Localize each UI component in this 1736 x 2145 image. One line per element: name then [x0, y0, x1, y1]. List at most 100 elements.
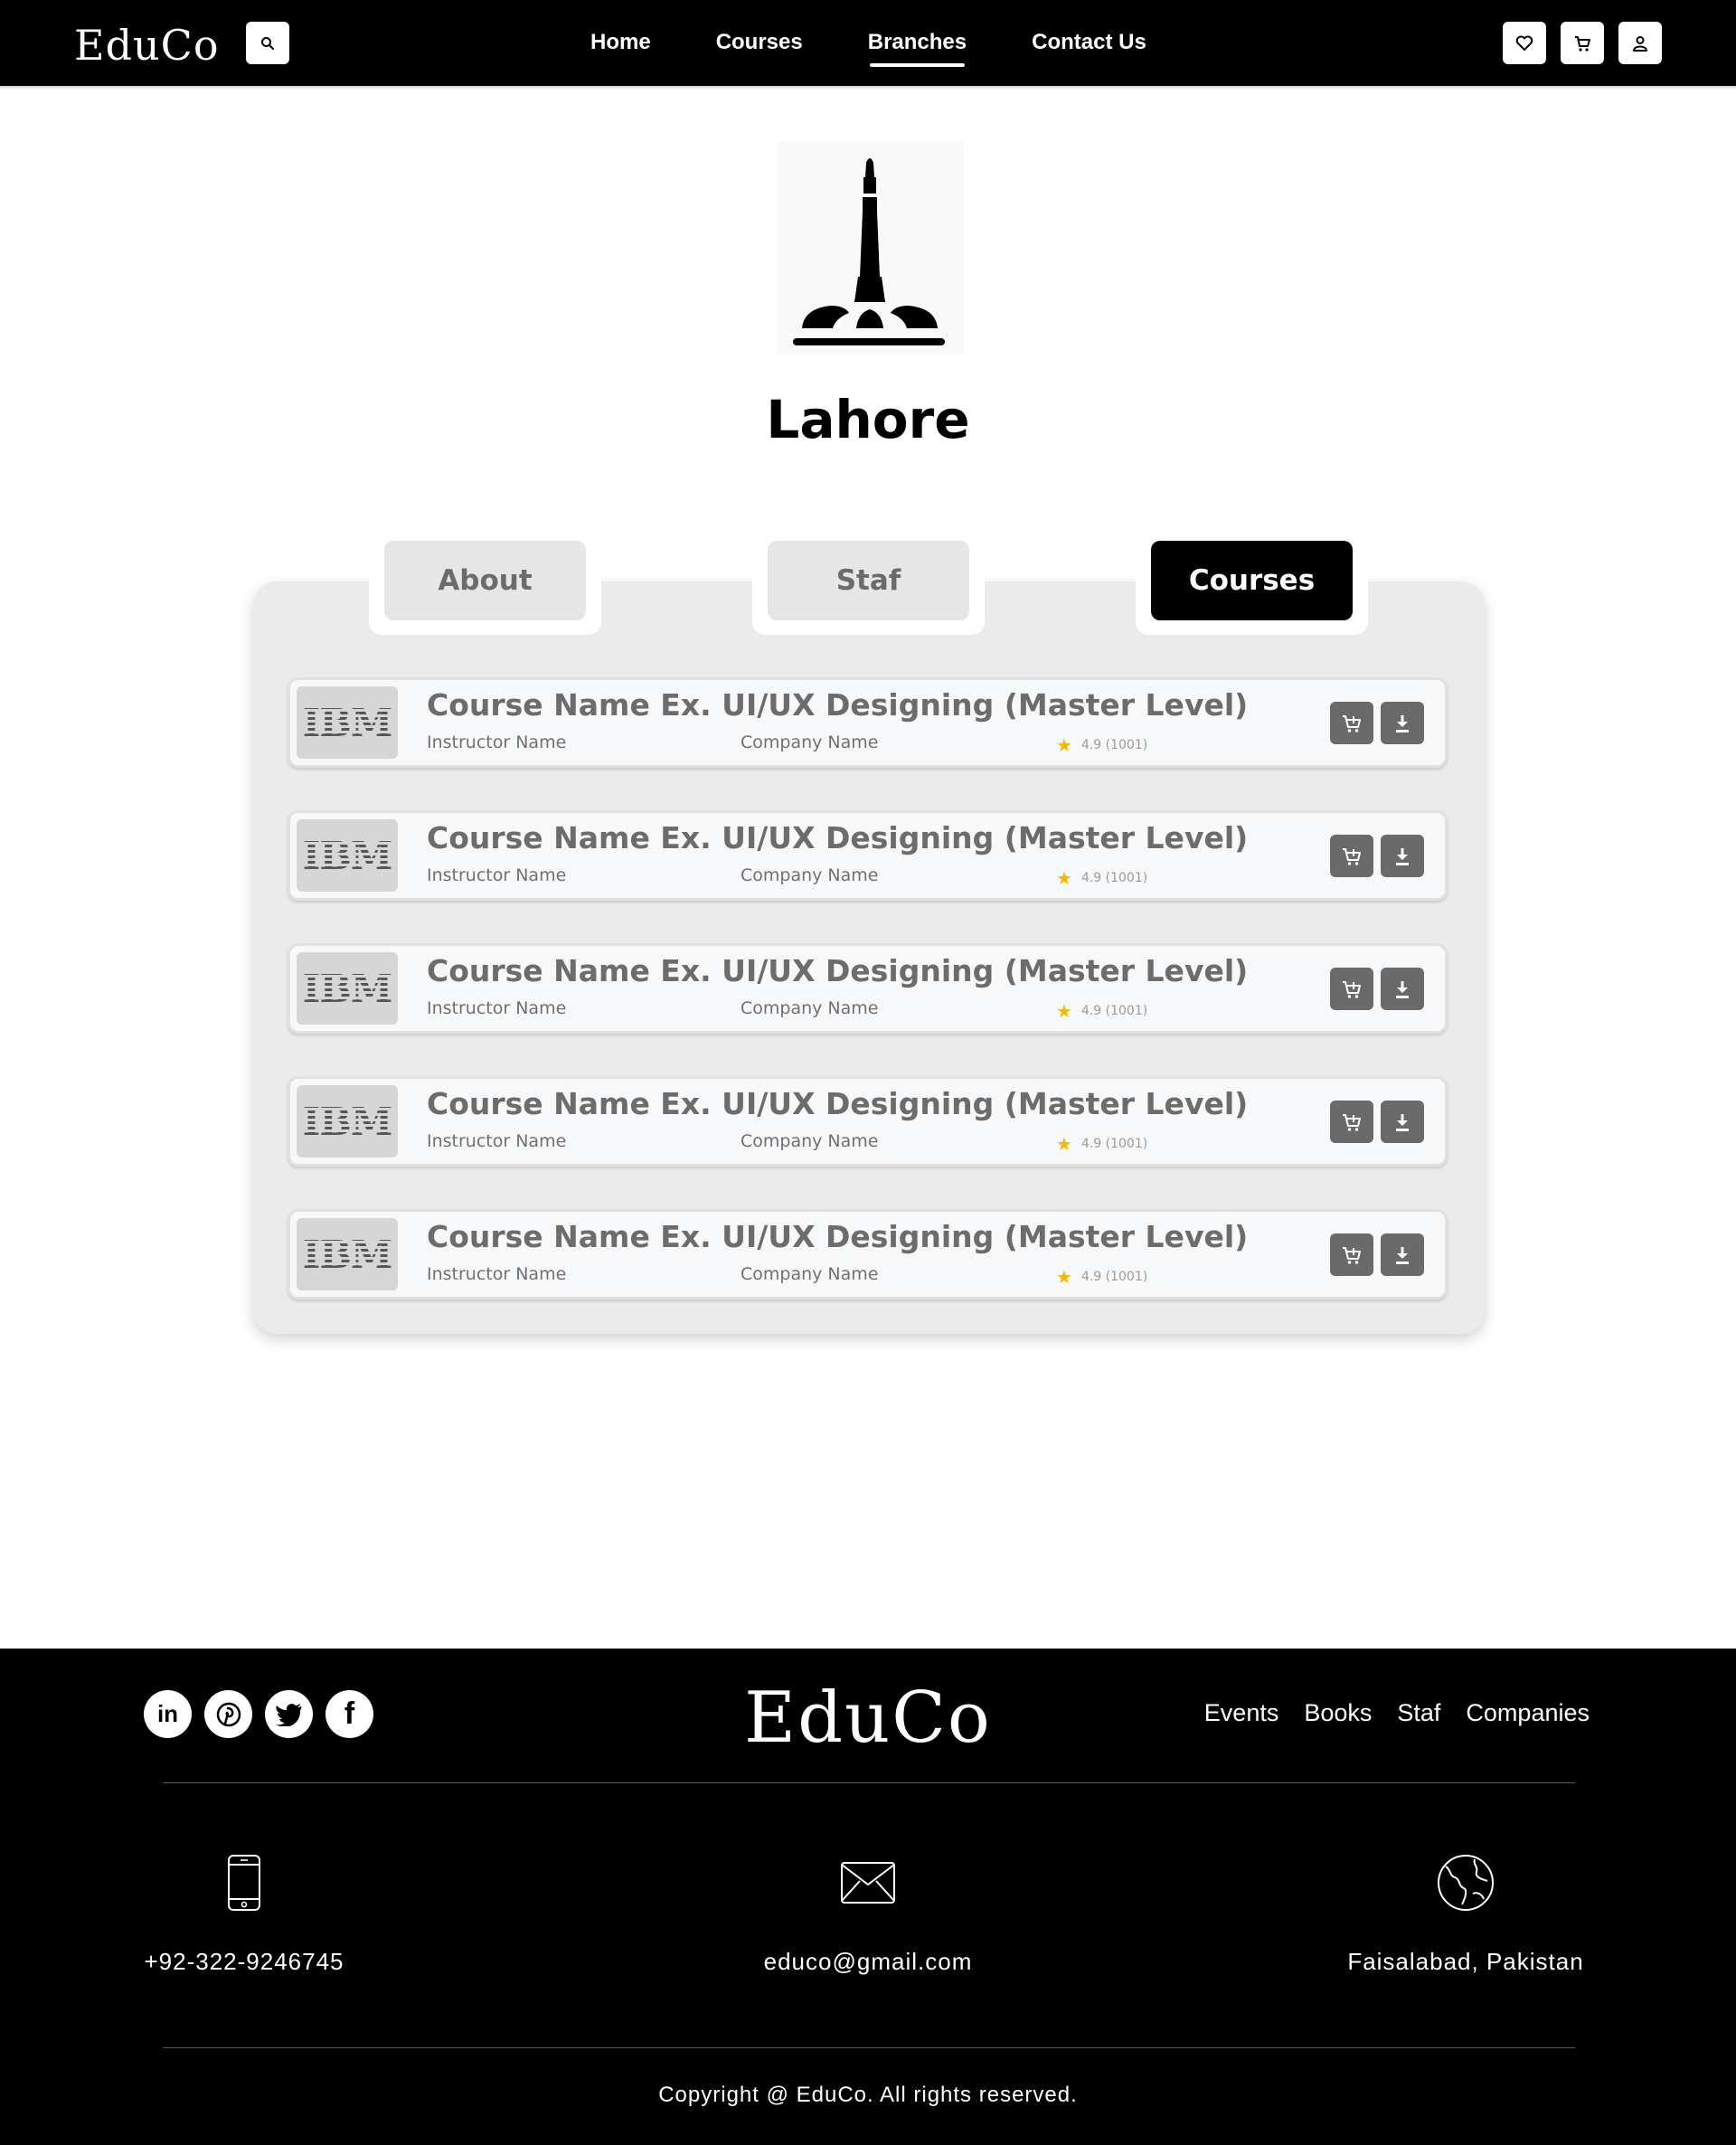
- social-links: in f: [144, 1690, 373, 1738]
- location-text: Faisalabad, Pakistan: [1347, 1948, 1584, 1975]
- add-to-cart-button[interactable]: [1330, 1101, 1373, 1143]
- top-navbar: EduCo Home Courses Branches Contact Us: [0, 0, 1736, 86]
- tab-staf[interactable]: Staf: [768, 541, 969, 620]
- star-icon: ★: [1056, 1266, 1072, 1288]
- company-logo: IBM: [297, 1218, 398, 1290]
- heart-icon: [1515, 35, 1533, 51]
- company-logo-text: IBM: [302, 1099, 393, 1144]
- account-button[interactable]: [1618, 22, 1662, 64]
- course-title[interactable]: Course Name Ex. UI/UX Designing (Master …: [427, 1086, 1248, 1121]
- star-icon: ★: [1056, 1133, 1072, 1155]
- rating-text: 4.9 (1001): [1080, 1137, 1148, 1151]
- phone-icon: [144, 1854, 344, 1912]
- course-company: Company Name: [741, 998, 879, 1018]
- nav-courses[interactable]: Courses: [716, 27, 803, 58]
- navbar-shadow: [0, 86, 1736, 90]
- rating-text: 4.9 (1001): [1080, 1004, 1148, 1018]
- course-rating: ★ 4.9 (1001): [1056, 1266, 1147, 1288]
- linkedin-icon: in: [156, 1700, 179, 1727]
- twitter-button[interactable]: [265, 1690, 313, 1738]
- envelope-icon: [723, 1854, 1013, 1912]
- course-title[interactable]: Course Name Ex. UI/UX Designing (Master …: [427, 820, 1248, 855]
- company-logo-text: IBM: [302, 1232, 393, 1277]
- rating-text: 4.9 (1001): [1080, 1270, 1148, 1284]
- copyright-text: Copyright @ EduCo. All rights reserved.: [658, 2083, 1078, 2107]
- download-button[interactable]: [1381, 968, 1424, 1010]
- course-card[interactable]: IBM Course Name Ex. UI/UX Designing (Mas…: [288, 1076, 1448, 1167]
- add-to-cart-button[interactable]: [1330, 1233, 1373, 1276]
- search-icon: [261, 36, 275, 50]
- nav-branches[interactable]: Branches: [868, 27, 967, 67]
- tab-about[interactable]: About: [384, 541, 586, 620]
- download-icon: [1396, 980, 1409, 998]
- pinterest-button[interactable]: [204, 1690, 252, 1738]
- company-logo: IBM: [297, 819, 398, 892]
- star-icon: ★: [1056, 867, 1072, 889]
- footer-link-staf[interactable]: Staf: [1397, 1699, 1440, 1727]
- course-title[interactable]: Course Name Ex. UI/UX Designing (Master …: [427, 687, 1248, 723]
- download-button[interactable]: [1381, 1233, 1424, 1276]
- footer-link-companies[interactable]: Companies: [1466, 1699, 1590, 1727]
- course-card[interactable]: IBM Course Name Ex. UI/UX Designing (Mas…: [288, 810, 1448, 901]
- cart-button[interactable]: [1561, 22, 1604, 64]
- globe-icon: [1338, 1854, 1593, 1912]
- cart-plus-icon: [1343, 847, 1361, 865]
- course-instructor: Instructor Name: [427, 1131, 567, 1151]
- tab-courses[interactable]: Courses: [1151, 541, 1353, 620]
- company-logo-text: IBM: [302, 700, 393, 745]
- search-button[interactable]: [246, 22, 289, 64]
- course-card[interactable]: IBM Course Name Ex. UI/UX Designing (Mas…: [288, 677, 1448, 768]
- add-to-cart-button[interactable]: [1330, 702, 1373, 744]
- course-company: Company Name: [741, 865, 879, 885]
- course-instructor: Instructor Name: [427, 732, 567, 752]
- footer-divider: [163, 1782, 1575, 1783]
- contact-phone: +92-322-9246745: [144, 1854, 344, 1976]
- brand-logo[interactable]: EduCo: [74, 18, 220, 72]
- cart-plus-icon: [1343, 1246, 1361, 1264]
- download-icon: [1396, 1246, 1409, 1264]
- download-button[interactable]: [1381, 835, 1424, 877]
- tab-staf-wrapper: Staf: [752, 534, 985, 635]
- course-rating: ★ 4.9 (1001): [1056, 1000, 1147, 1022]
- site-footer: in f EduCo Events Books Staf Companies +…: [0, 1649, 1736, 2145]
- nav-contact-us[interactable]: Contact Us: [1032, 27, 1146, 58]
- company-logo: IBM: [297, 952, 398, 1025]
- user-icon: [1633, 35, 1647, 52]
- contact-email: educo@gmail.com: [723, 1854, 1013, 1976]
- email-address[interactable]: educo@gmail.com: [723, 1948, 1013, 1976]
- linkedin-button[interactable]: in: [144, 1690, 192, 1738]
- wishlist-button[interactable]: [1503, 22, 1546, 64]
- course-title[interactable]: Course Name Ex. UI/UX Designing (Master …: [427, 953, 1248, 988]
- nav-actions: [1503, 22, 1662, 64]
- nav-home[interactable]: Home: [590, 27, 651, 58]
- course-instructor: Instructor Name: [427, 998, 567, 1018]
- cart-plus-icon: [1343, 714, 1361, 732]
- download-icon: [1396, 1113, 1409, 1131]
- course-card[interactable]: IBM Course Name Ex. UI/UX Designing (Mas…: [288, 943, 1448, 1034]
- download-button[interactable]: [1381, 1101, 1424, 1143]
- footer-divider-bottom: [163, 2047, 1575, 2048]
- phone-number[interactable]: +92-322-9246745: [144, 1948, 344, 1976]
- footer-link-books[interactable]: Books: [1304, 1699, 1372, 1727]
- facebook-button[interactable]: f: [326, 1690, 373, 1738]
- footer-link-events[interactable]: Events: [1204, 1699, 1279, 1727]
- course-instructor: Instructor Name: [427, 1264, 567, 1284]
- course-company: Company Name: [741, 732, 879, 752]
- star-icon: ★: [1056, 734, 1072, 756]
- footer-nav: Events Books Staf Companies: [1204, 1699, 1590, 1727]
- rating-text: 4.9 (1001): [1080, 738, 1148, 752]
- pinterest-icon: [216, 1702, 241, 1726]
- main-nav: Home Courses Branches Contact Us: [590, 27, 1212, 67]
- course-card[interactable]: IBM Course Name Ex. UI/UX Designing (Mas…: [288, 1209, 1448, 1299]
- course-instructor: Instructor Name: [427, 865, 567, 885]
- course-title[interactable]: Course Name Ex. UI/UX Designing (Master …: [427, 1219, 1248, 1254]
- star-icon: ★: [1056, 1000, 1072, 1022]
- add-to-cart-button[interactable]: [1330, 968, 1373, 1010]
- add-to-cart-button[interactable]: [1330, 835, 1373, 877]
- course-list: IBM Course Name Ex. UI/UX Designing (Mas…: [288, 677, 1448, 1342]
- download-button[interactable]: [1381, 702, 1424, 744]
- facebook-icon: f: [344, 1696, 355, 1731]
- company-logo-text: IBM: [302, 966, 393, 1011]
- company-logo: IBM: [297, 1085, 398, 1158]
- tab-courses-wrapper: Courses: [1136, 534, 1368, 635]
